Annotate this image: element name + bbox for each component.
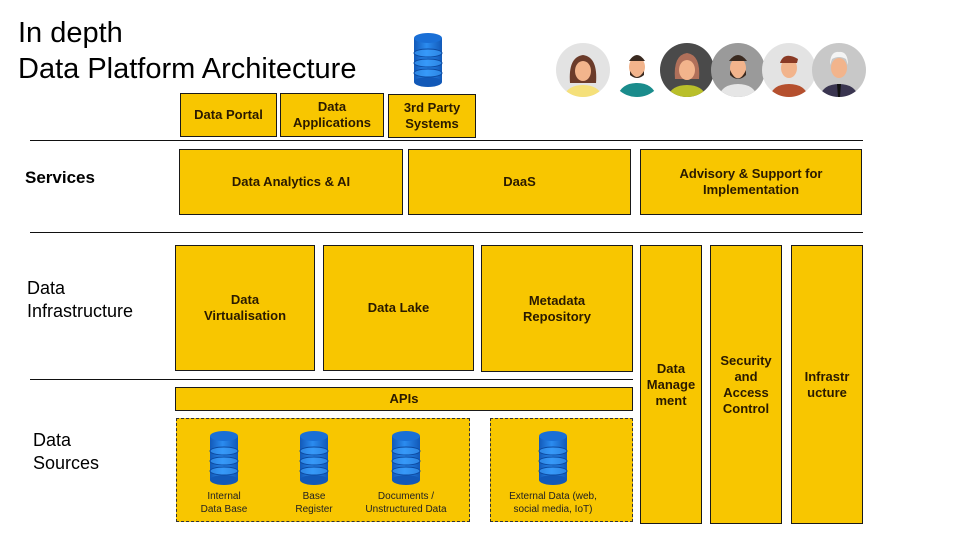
infra-metadata-repository[interactable]: Metadata Repository [481,245,633,372]
row-label-services: Services [25,168,95,187]
source-label: Internal Data Base [200,491,248,515]
database-icon [538,430,568,486]
consumer-3rd-party-systems[interactable]: 3rd Party Systems [388,94,476,138]
consumer-data-portal[interactable]: Data Portal [180,93,277,137]
page-title: Data Platform Architecture [18,53,357,85]
source-label: Documents / Unstructured Data [365,491,447,515]
service-daas[interactable]: DaaS [408,149,631,215]
user-avatar-icon [812,43,866,97]
database-icon [391,430,421,486]
database-icon [209,430,239,486]
infra-data-lake[interactable]: Data Lake [323,245,474,371]
source-label: External Data (web, social media, IoT) [509,491,597,515]
row-label-data-sources: Data Sources [33,430,100,473]
pillar-data-management[interactable]: Data Manage ment [640,245,702,524]
database-icon [299,430,329,486]
row-label-data-infrastructure: Data Infrastructure [27,278,134,321]
user-avatar-icon [610,43,664,97]
title-line-1: In depth [18,17,123,49]
pillar-infrastructure[interactable]: Infrastr ucture [791,245,863,524]
service-advisory-support[interactable]: Advisory & Support for Implementation [640,149,862,215]
divider-line [30,379,633,380]
user-avatar-icon [762,43,816,97]
source-documents-unstructured[interactable]: Documents / Unstructured Data [346,430,466,516]
user-avatar-icon [556,43,610,97]
user-avatar-icon [711,43,765,97]
source-label: Base Register [295,491,333,515]
apis-bar[interactable]: APIs [175,387,633,411]
service-data-analytics-ai[interactable]: Data Analytics & AI [179,149,403,215]
infra-data-virtualisation[interactable]: Data Virtualisation [175,245,315,371]
divider-line [30,232,863,233]
consumer-data-applications[interactable]: Data Applications [280,93,384,137]
source-external-data[interactable]: External Data (web, social media, IoT) [493,430,613,516]
pillar-security-access-control[interactable]: Security and Access Control [710,245,782,524]
database-icon [413,32,443,88]
user-avatar-icon [660,43,714,97]
divider-line [30,140,863,141]
